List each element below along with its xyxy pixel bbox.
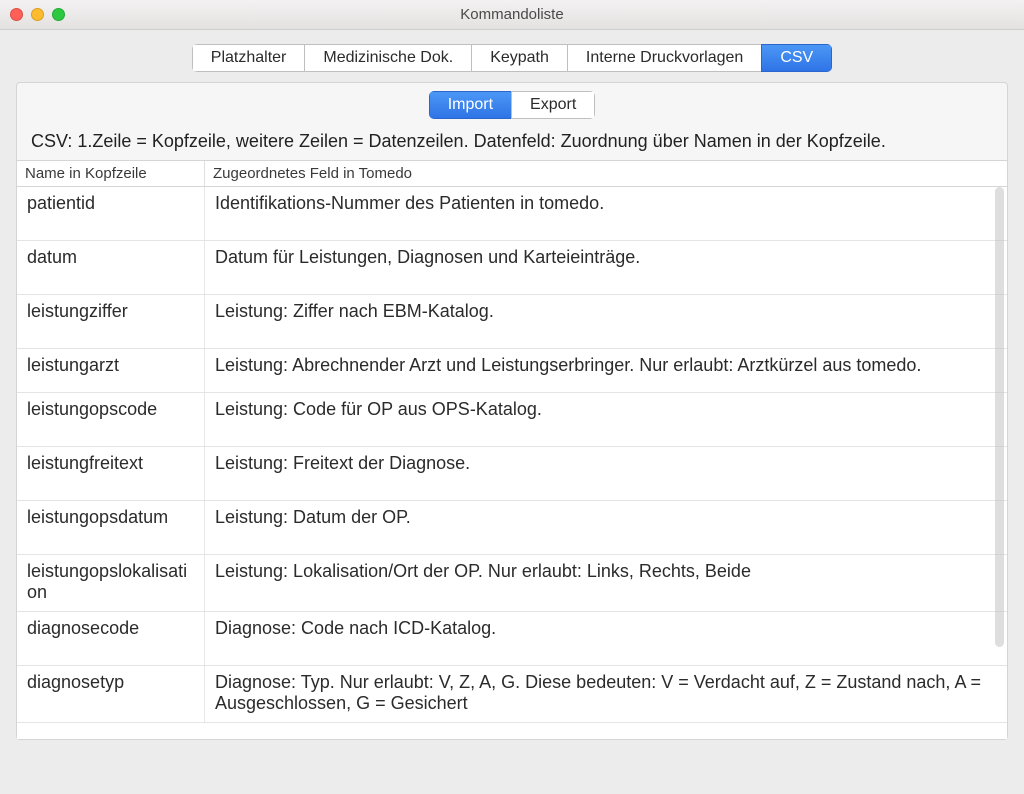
- tab-interne-druckvorlagen[interactable]: Interne Druckvorlagen: [567, 44, 761, 72]
- header-name[interactable]: Name in Kopfzeile: [17, 161, 205, 186]
- cell-desc: Identifikations-Nummer des Patienten in …: [205, 187, 1007, 240]
- cell-desc: Diagnose: Typ. Nur erlaubt: V, Z, A, G. …: [205, 666, 1007, 722]
- header-field[interactable]: Zugeordnetes Feld in Tomedo: [205, 161, 1007, 186]
- table-row[interactable]: patientid Identifikations-Nummer des Pat…: [17, 187, 1007, 241]
- close-icon[interactable]: [10, 8, 23, 21]
- window: Kommandoliste Platzhalter Medizinische D…: [0, 0, 1024, 794]
- tab-csv[interactable]: CSV: [761, 44, 832, 72]
- cell-name: leistungopscode: [17, 393, 205, 446]
- table-row[interactable]: leistungopslokalisation Leistung: Lokali…: [17, 555, 1007, 612]
- cell-desc: Leistung: Ziffer nach EBM-Katalog.: [205, 295, 1007, 348]
- cell-name: leistungfreitext: [17, 447, 205, 500]
- tab-medizinische-dok[interactable]: Medizinische Dok.: [304, 44, 471, 72]
- subtab-import[interactable]: Import: [429, 91, 511, 119]
- table-body[interactable]: patientid Identifikations-Nummer des Pat…: [17, 187, 1007, 739]
- subtab-export[interactable]: Export: [511, 91, 595, 119]
- cell-desc: Leistung: Lokalisation/Ort der OP. Nur e…: [205, 555, 1007, 611]
- inner-panel: Import Export CSV: 1.Zeile = Kopfzeile, …: [16, 82, 1008, 740]
- minimize-icon[interactable]: [31, 8, 44, 21]
- table-row[interactable]: leistungopsdatum Leistung: Datum der OP.: [17, 501, 1007, 555]
- table-row[interactable]: diagnosetyp Diagnose: Typ. Nur erlaubt: …: [17, 666, 1007, 723]
- scrollbar[interactable]: [995, 187, 1004, 647]
- cell-name: diagnosecode: [17, 612, 205, 665]
- info-text: CSV: 1.Zeile = Kopfzeile, weitere Zeilen…: [17, 127, 1007, 160]
- tab-keypath[interactable]: Keypath: [471, 44, 567, 72]
- cell-name: leistungarzt: [17, 349, 205, 392]
- mapping-table: Name in Kopfzeile Zugeordnetes Feld in T…: [17, 160, 1007, 739]
- main-tabs: Platzhalter Medizinische Dok. Keypath In…: [16, 44, 1008, 72]
- tab-platzhalter[interactable]: Platzhalter: [192, 44, 305, 72]
- window-controls: [10, 8, 65, 21]
- cell-name: leistungopsdatum: [17, 501, 205, 554]
- cell-name: leistungopslokalisation: [17, 555, 205, 611]
- table-header: Name in Kopfzeile Zugeordnetes Feld in T…: [17, 161, 1007, 187]
- cell-desc: Leistung: Code für OP aus OPS-Katalog.: [205, 393, 1007, 446]
- table-row[interactable]: leistungarzt Leistung: Abrechnender Arzt…: [17, 349, 1007, 393]
- cell-desc: Leistung: Freitext der Diagnose.: [205, 447, 1007, 500]
- cell-desc: Datum für Leistungen, Diagnosen und Kart…: [205, 241, 1007, 294]
- cell-desc: Leistung: Abrechnender Arzt und Leistung…: [205, 349, 1007, 392]
- table-row[interactable]: leistungfreitext Leistung: Freitext der …: [17, 447, 1007, 501]
- zoom-icon[interactable]: [52, 8, 65, 21]
- cell-name: datum: [17, 241, 205, 294]
- cell-name: leistungziffer: [17, 295, 205, 348]
- table-row[interactable]: leistungopscode Leistung: Code für OP au…: [17, 393, 1007, 447]
- table-row[interactable]: datum Datum für Leistungen, Diagnosen un…: [17, 241, 1007, 295]
- content-area: Platzhalter Medizinische Dok. Keypath In…: [0, 30, 1024, 794]
- table-row[interactable]: leistungziffer Leistung: Ziffer nach EBM…: [17, 295, 1007, 349]
- cell-desc: Leistung: Datum der OP.: [205, 501, 1007, 554]
- cell-name: patientid: [17, 187, 205, 240]
- window-title: Kommandoliste: [460, 6, 563, 23]
- titlebar: Kommandoliste: [0, 0, 1024, 30]
- cell-name: diagnosetyp: [17, 666, 205, 722]
- sub-tabs: Import Export: [17, 91, 1007, 119]
- cell-desc: Diagnose: Code nach ICD-Katalog.: [205, 612, 1007, 665]
- table-row[interactable]: diagnosecode Diagnose: Code nach ICD-Kat…: [17, 612, 1007, 666]
